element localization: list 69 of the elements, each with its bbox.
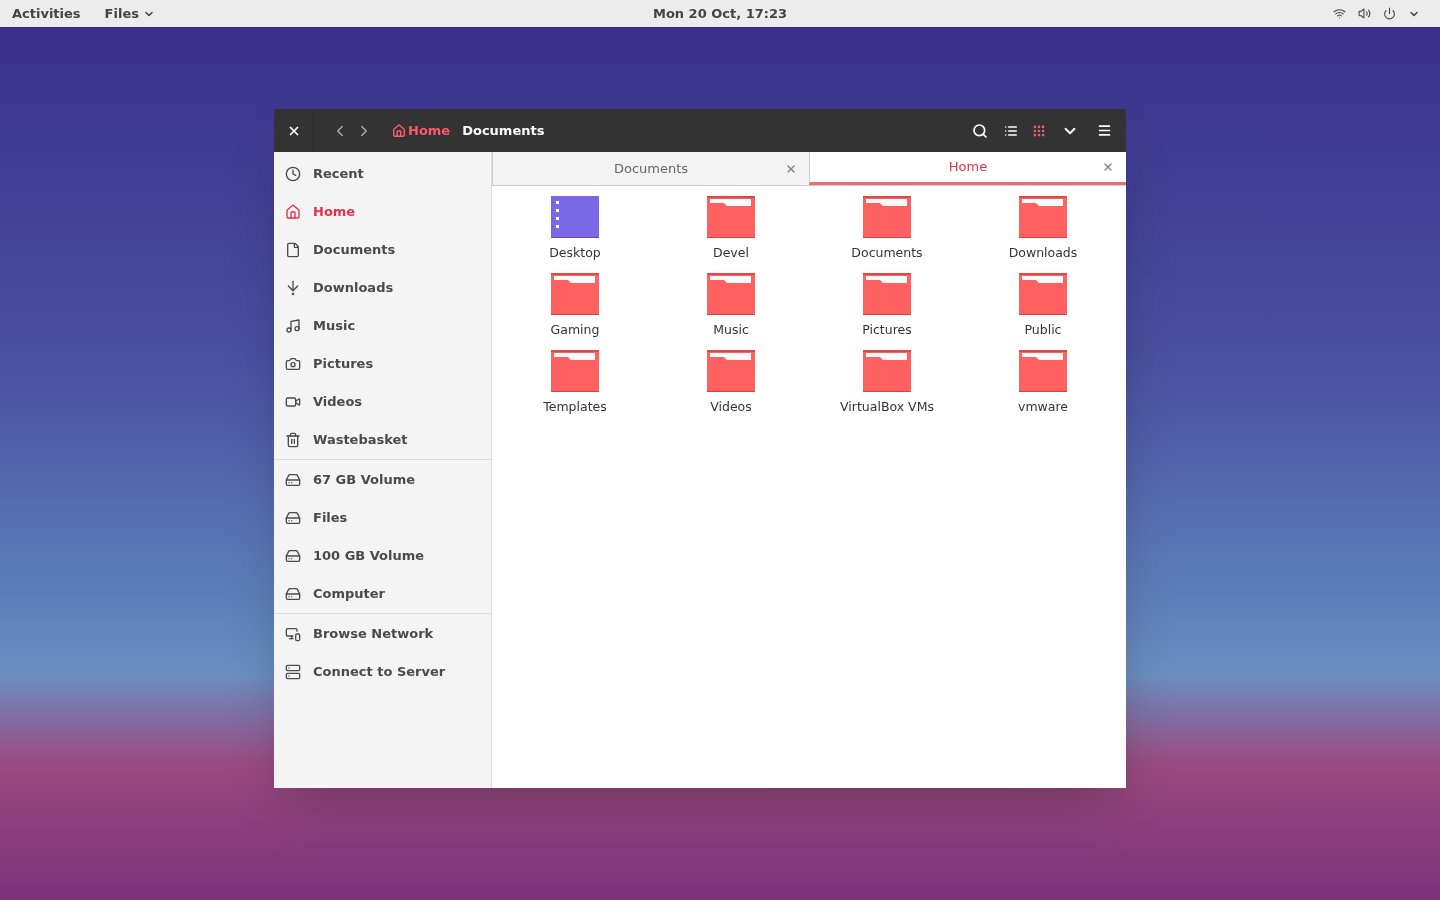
file-name[interactable]: vmware [1018,397,1068,417]
folder-icon [863,349,911,392]
wifi-icon[interactable] [1333,7,1346,20]
activities-button[interactable]: Activities [12,3,81,24]
folder-icon [707,196,755,238]
search-icon [972,122,988,139]
file-name[interactable]: Desktop [549,244,601,263]
close-tab-icon[interactable] [1102,161,1114,173]
document-icon [285,242,301,258]
video-icon [285,394,301,410]
sidebar-item[interactable]: Files [274,499,491,537]
drive-icon [285,586,301,602]
folder-icon [863,272,911,315]
grid-icon [1032,123,1046,138]
file-name[interactable]: Public [1024,320,1062,340]
sidebar-item[interactable]: Computer [274,575,491,613]
file-name[interactable]: Templates [543,397,607,417]
sidebar-item[interactable]: 67 GB Volume [274,461,491,499]
sidebar-item[interactable]: Documents [274,231,491,269]
breadcrumb[interactable]: Home [392,120,451,141]
desktop-folder-icon [551,196,599,238]
file-name[interactable]: VirtualBox VMs [840,397,934,417]
file-name[interactable]: Gaming [550,320,600,340]
download-icon [285,280,301,296]
sidebar-item[interactable]: 100 GB Volume [274,537,491,575]
music-icon [285,318,301,334]
clock-icon [285,166,301,182]
folder-icon [551,349,599,392]
file-name[interactable]: Downloads [1008,244,1078,263]
folder-icon [1019,272,1067,315]
menu-icon [1096,123,1112,138]
folder-icon [551,272,599,315]
drive-icon [285,510,301,526]
sidebar-item[interactable]: Home [274,193,491,231]
home-icon [285,204,301,220]
file-name[interactable]: Documents [851,244,923,263]
folder-icon [707,272,755,315]
folder-icon [707,349,755,392]
network-icon [285,626,301,642]
volume-icon[interactable] [1358,7,1371,20]
breadcrumb[interactable]: Documents [462,120,545,141]
camera-icon [285,356,301,372]
file-name[interactable]: Videos [710,397,752,417]
app-menu[interactable]: Files [104,3,155,24]
folder-icon [863,196,911,238]
tab[interactable]: Documents [493,152,809,185]
sidebar-item[interactable]: Browse Network [274,615,491,653]
file-name[interactable]: Pictures [862,320,912,340]
folder-icon [1019,349,1067,392]
sidebar-item[interactable]: Connect to Server [274,653,491,691]
sidebar-item[interactable]: Music [274,307,491,345]
sidebar-item[interactable]: Recent [274,155,491,193]
sidebar-item[interactable]: Videos [274,383,491,421]
file-name[interactable]: Devel [713,244,749,263]
power-icon[interactable] [1383,7,1396,20]
clock[interactable]: Mon 20 Oct, 17:23 [652,3,788,24]
list-icon [1004,123,1018,138]
folder-icon [1019,196,1067,238]
trash-icon [285,432,301,448]
sidebar-item[interactable]: Pictures [274,345,491,383]
sidebar-item[interactable]: Downloads [274,269,491,307]
close-tab-icon[interactable] [785,162,797,175]
drive-icon [285,472,301,488]
server-icon [285,664,301,680]
tab[interactable]: Home [809,152,1126,185]
home-icon [392,123,406,138]
drive-icon [285,548,301,564]
file-name[interactable]: Music [713,320,749,340]
sidebar-item[interactable]: Wastebasket [274,421,491,459]
